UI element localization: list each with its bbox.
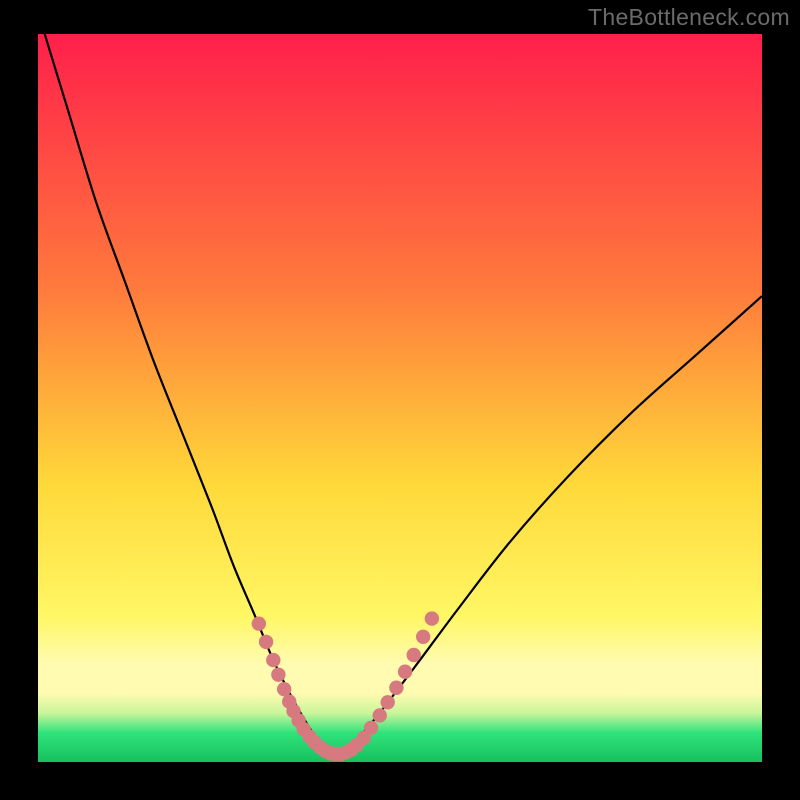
highlight-marker: [266, 653, 280, 667]
highlight-marker: [416, 630, 430, 644]
highlight-marker: [398, 665, 412, 679]
highlight-marker: [373, 708, 387, 722]
highlight-marker: [407, 648, 421, 662]
marker-layer: [38, 34, 762, 762]
plot-area: [38, 34, 762, 762]
highlight-marker: [425, 611, 439, 625]
highlight-marker: [277, 682, 291, 696]
marker-group: [252, 611, 439, 761]
chart-stage: TheBottleneck.com: [0, 0, 800, 800]
watermark-label: TheBottleneck.com: [588, 4, 790, 31]
highlight-marker: [271, 667, 285, 681]
highlight-marker: [364, 721, 378, 735]
highlight-marker: [252, 616, 266, 630]
highlight-marker: [380, 695, 394, 709]
highlight-marker: [389, 681, 403, 695]
highlight-marker: [259, 635, 273, 649]
